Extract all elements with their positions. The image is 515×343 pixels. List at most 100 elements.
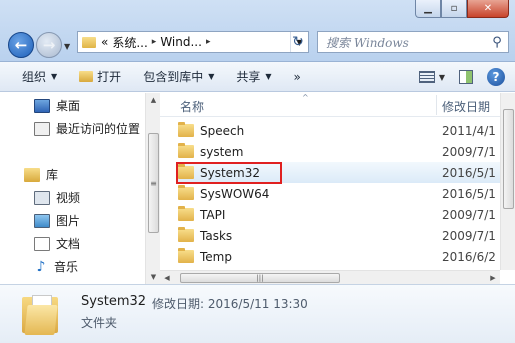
file-date: 2009/7/1 bbox=[442, 228, 496, 243]
close-button[interactable]: ✕ bbox=[467, 0, 509, 18]
more-label: » bbox=[293, 69, 301, 84]
breadcrumb-separator-icon[interactable]: ▸ bbox=[206, 37, 211, 47]
details-pane: System32 修改日期: 2016/5/11 13:30 文件夹 bbox=[0, 284, 515, 343]
file-date: 2016/6/2 bbox=[442, 249, 496, 264]
scroll-up-icon[interactable]: ▲ bbox=[146, 93, 161, 107]
maximize-button[interactable]: ▫ bbox=[441, 0, 467, 18]
nav-item-label: 库 bbox=[46, 168, 59, 182]
file-date: 2016/5/1 bbox=[442, 165, 496, 180]
back-arrow-icon: ← bbox=[14, 36, 28, 54]
large-folder-icon bbox=[22, 293, 60, 335]
folder-icon bbox=[82, 36, 96, 48]
file-list-horizontal-scrollbar[interactable]: ◀ ||| ▶ bbox=[160, 270, 500, 284]
breadcrumb-item[interactable]: 系统... bbox=[112, 34, 147, 51]
nav-item-label: 视频 bbox=[56, 191, 81, 205]
video-icon bbox=[34, 190, 50, 205]
nav-item-label: 文档 bbox=[56, 237, 81, 251]
list-item[interactable]: Tasks 2009/7/1 bbox=[178, 225, 515, 246]
list-item[interactable]: TAPI 2009/7/1 bbox=[178, 204, 515, 225]
list-item[interactable]: Temp 2016/6/2 bbox=[178, 246, 515, 267]
scroll-thumb[interactable]: ||| bbox=[180, 273, 340, 283]
recent-places-icon bbox=[34, 121, 50, 136]
music-icon: ♪ bbox=[36, 258, 46, 275]
scroll-thumb[interactable] bbox=[503, 109, 514, 209]
minimize-button[interactable]: ▁ bbox=[415, 0, 441, 18]
file-name: TAPI bbox=[200, 207, 226, 222]
file-list-vertical-scrollbar[interactable] bbox=[500, 93, 515, 270]
sort-ascending-icon: ^ bbox=[302, 93, 309, 102]
file-date: 2009/7/1 bbox=[442, 207, 496, 222]
breadcrumb-overflow[interactable]: « bbox=[101, 35, 108, 49]
open-label: 打开 bbox=[97, 70, 122, 84]
nav-item-pictures[interactable]: 图片 bbox=[34, 212, 80, 229]
list-item[interactable]: Speech 2011/4/1 bbox=[178, 120, 515, 141]
open-folder-icon bbox=[79, 71, 94, 82]
file-list: 名称 ^ 修改日期 Speech 2011/4/1 system 2009/7/… bbox=[160, 93, 515, 270]
open-button[interactable]: 打开 bbox=[79, 68, 121, 85]
nav-item-label: 最近访问的位置 bbox=[56, 122, 141, 136]
organize-label: 组织 bbox=[22, 70, 47, 84]
column-header-row: 名称 ^ 修改日期 bbox=[160, 93, 515, 117]
navigation-scrollbar[interactable]: ▲ ≡ ▼ bbox=[145, 93, 160, 284]
forward-button[interactable]: → bbox=[36, 32, 62, 58]
nav-item-recent-places[interactable]: 最近访问的位置 bbox=[34, 120, 140, 137]
file-date: 2016/5/1 bbox=[442, 186, 496, 201]
column-divider[interactable] bbox=[436, 95, 437, 115]
chevron-down-icon: ▼ bbox=[51, 72, 58, 81]
command-bar: 组织 ▼ 打开 包含到库中 ▼ 共享 ▼ » ▼ ? bbox=[0, 62, 515, 92]
refresh-button[interactable]: ↻ bbox=[286, 32, 310, 52]
library-icon bbox=[24, 167, 40, 182]
scroll-right-icon[interactable]: ▶ bbox=[486, 271, 500, 285]
nav-item-desktop[interactable]: 桌面 bbox=[34, 97, 80, 114]
column-header-date[interactable]: 修改日期 bbox=[442, 98, 490, 115]
nav-item-music[interactable]: ♪ 音乐 bbox=[34, 258, 78, 275]
window-chrome: ▁ ▫ ✕ ← → ▼ « 系统... ▸ Wind... ▸ ▼ ↻ 搜索 W… bbox=[0, 0, 515, 62]
address-bar[interactable]: « 系统... ▸ Wind... ▸ ▼ bbox=[77, 31, 309, 53]
nav-item-label: 桌面 bbox=[56, 99, 81, 113]
scroll-thumb[interactable]: ≡ bbox=[148, 133, 159, 233]
details-modified: 修改日期: 2016/5/11 13:30 bbox=[152, 297, 308, 311]
list-item[interactable]: SysWOW64 2016/5/1 bbox=[178, 183, 515, 204]
file-date: 2011/4/1 bbox=[442, 123, 496, 138]
chevron-down-icon[interactable]: ▼ bbox=[439, 73, 445, 82]
file-name: SysWOW64 bbox=[200, 186, 270, 201]
details-type: 文件夹 bbox=[81, 316, 118, 330]
folder-icon bbox=[178, 122, 194, 137]
file-name: Temp bbox=[200, 249, 232, 264]
folder-icon bbox=[178, 248, 194, 263]
toolbar-right: ▼ ? bbox=[418, 62, 515, 92]
nav-item-libraries[interactable]: 库 bbox=[24, 166, 58, 183]
list-item[interactable]: system 2009/7/1 bbox=[178, 141, 515, 162]
back-button[interactable]: ← bbox=[8, 32, 34, 58]
window-controls: ▁ ▫ ✕ bbox=[415, 0, 509, 18]
scroll-left-icon[interactable]: ◀ bbox=[160, 271, 174, 285]
desktop-icon bbox=[34, 98, 50, 113]
nav-item-label: 音乐 bbox=[54, 260, 79, 274]
include-in-library-label: 包含到库中 bbox=[143, 70, 204, 84]
chevron-down-icon: ▼ bbox=[208, 72, 215, 81]
chevron-down-icon: ▼ bbox=[265, 72, 272, 81]
pictures-icon bbox=[34, 213, 50, 228]
column-header-name[interactable]: 名称 bbox=[180, 98, 204, 115]
search-box[interactable]: 搜索 Windows ⚲ bbox=[317, 31, 509, 53]
recent-pages-dropdown[interactable]: ▼ bbox=[64, 42, 70, 51]
help-icon[interactable]: ? bbox=[487, 68, 505, 86]
scroll-down-icon[interactable]: ▼ bbox=[146, 270, 161, 284]
search-input[interactable]: 搜索 Windows bbox=[318, 34, 486, 51]
share-button[interactable]: 共享 ▼ bbox=[236, 68, 271, 85]
organize-button[interactable]: 组织 ▼ bbox=[22, 68, 57, 85]
change-view-icon[interactable] bbox=[418, 71, 435, 83]
details-name: System32 bbox=[81, 294, 147, 309]
preview-pane-icon[interactable] bbox=[459, 70, 473, 84]
breadcrumb-item[interactable]: Wind... bbox=[160, 35, 202, 49]
file-name: Tasks bbox=[200, 228, 233, 243]
nav-item-videos[interactable]: 视频 bbox=[34, 189, 80, 206]
include-in-library-button[interactable]: 包含到库中 ▼ bbox=[143, 68, 214, 85]
file-date: 2009/7/1 bbox=[442, 144, 496, 159]
nav-item-label: 图片 bbox=[56, 214, 81, 228]
nav-item-documents[interactable]: 文档 bbox=[34, 235, 80, 252]
breadcrumb-separator-icon[interactable]: ▸ bbox=[152, 37, 157, 47]
more-commands-button[interactable]: » bbox=[294, 70, 301, 84]
folder-icon bbox=[178, 227, 194, 242]
search-icon[interactable]: ⚲ bbox=[486, 35, 508, 50]
